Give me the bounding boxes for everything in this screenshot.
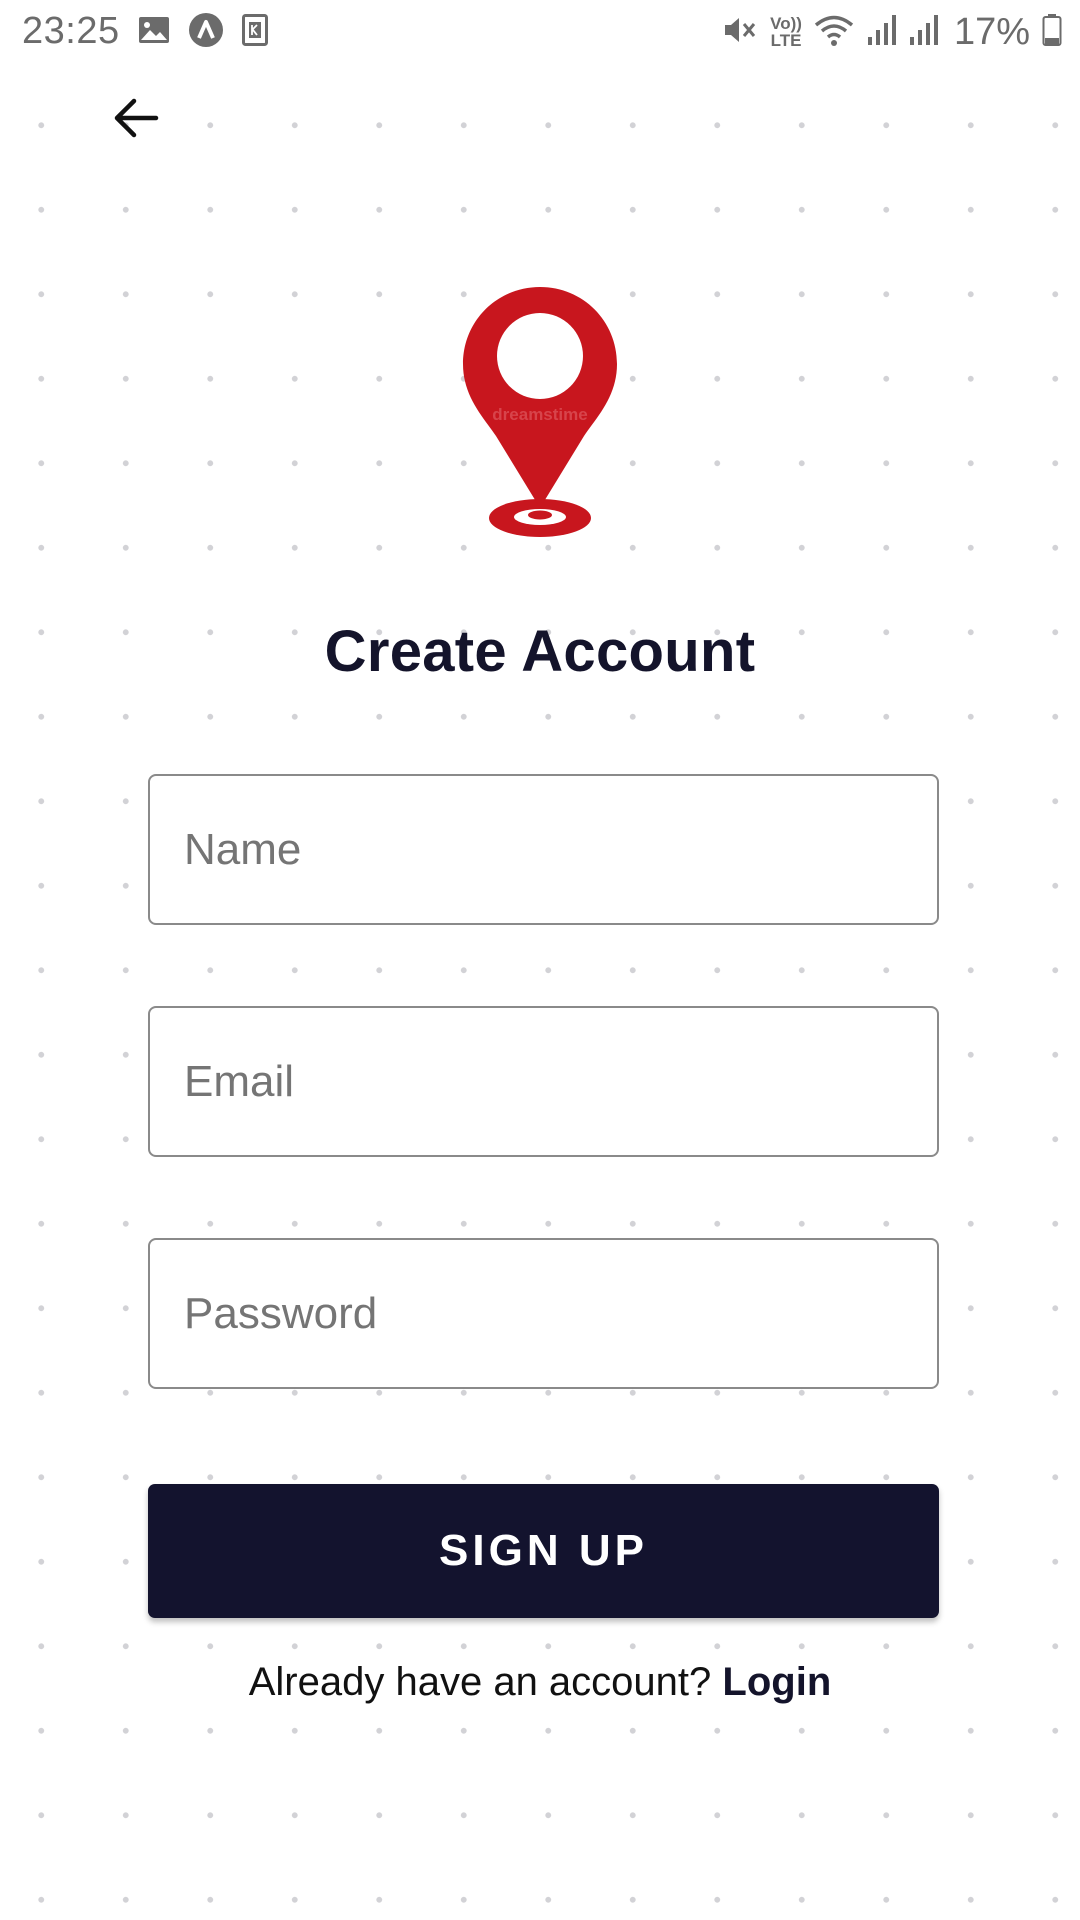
volte-icon: Vo)) LTE <box>770 15 802 49</box>
status-bar: 23:25 Vo)) LTE 17% <box>0 0 1080 66</box>
sign-up-button[interactable]: SIGN UP <box>148 1484 939 1618</box>
back-button[interactable] <box>100 90 172 150</box>
mute-icon <box>722 13 758 52</box>
signal-icon <box>866 13 896 52</box>
volte-label-top: Vo)) <box>770 14 802 33</box>
location-pin-icon: dreamstime <box>460 287 620 548</box>
wifi-icon <box>814 13 854 52</box>
email-input[interactable] <box>148 1006 939 1157</box>
app-logo: dreamstime <box>460 284 620 544</box>
notification-icons <box>138 12 268 53</box>
login-link[interactable]: Login <box>722 1660 831 1704</box>
login-prompt: Already have an account? Login <box>0 1660 1080 1705</box>
logo-watermark: dreamstime <box>492 405 587 424</box>
battery-icon <box>1042 13 1062 52</box>
page-title: Create Account <box>324 619 756 684</box>
image-icon <box>138 16 170 49</box>
battery-percent: 17% <box>953 10 1030 53</box>
app-a-icon <box>188 12 224 53</box>
signal-icon <box>908 13 938 52</box>
login-prompt-text: Already have an account? <box>248 1660 712 1704</box>
system-icons: Vo)) LTE 17% <box>722 10 1062 54</box>
k-icon <box>242 13 268 51</box>
status-time: 23:25 <box>22 10 120 52</box>
password-input[interactable] <box>148 1238 939 1389</box>
arrow-left-icon <box>112 96 160 145</box>
volte-label-bottom: LTE <box>770 31 802 50</box>
name-input[interactable] <box>148 774 939 925</box>
